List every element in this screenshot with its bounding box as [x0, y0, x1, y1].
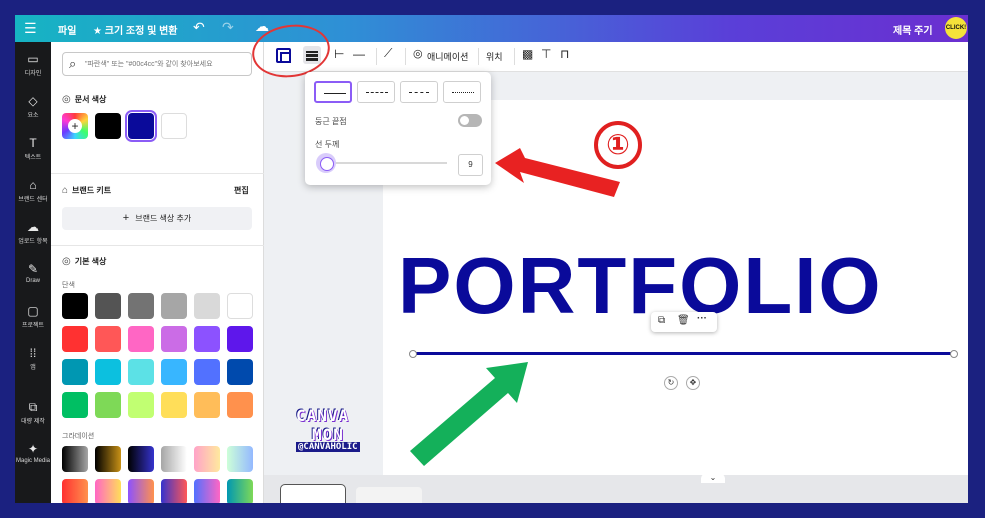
green-arrow: [410, 362, 528, 466]
annotation-arrows: [410, 148, 620, 466]
red-arrow: [495, 148, 620, 197]
